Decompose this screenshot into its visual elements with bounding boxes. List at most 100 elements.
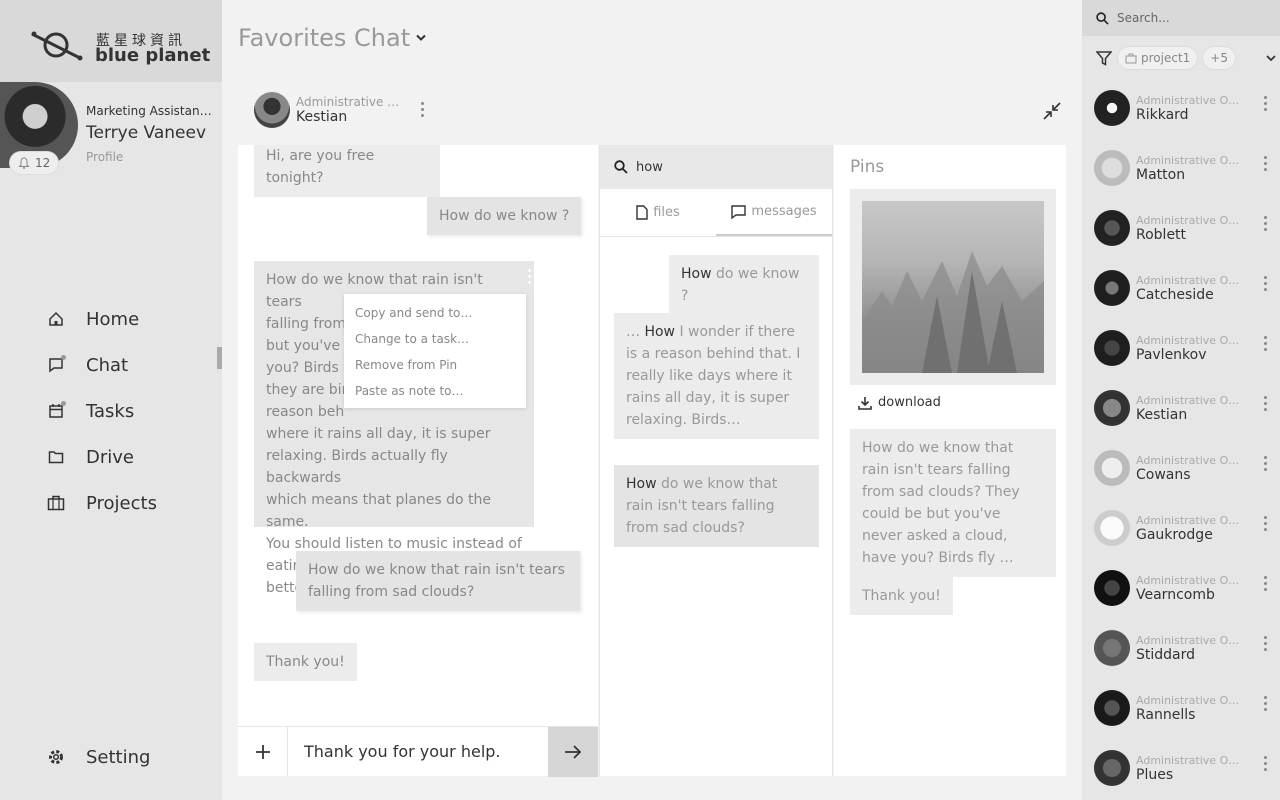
pinned-message[interactable]: Thank you! <box>850 577 953 615</box>
avatar[interactable] <box>254 92 290 128</box>
message-line: relaxing. Birds actually fly backwards <box>266 448 448 486</box>
chat-message[interactable]: Thank you! <box>254 643 357 681</box>
contact-item[interactable]: Administrative O… Stiddard <box>1094 618 1278 678</box>
nav-item-tasks[interactable]: Tasks <box>46 388 196 434</box>
menu-item-paste-note[interactable]: Paste as note to… <box>344 378 526 404</box>
contact-role: Administrative O… <box>1136 693 1240 707</box>
contact-text: Administrative O… Catcheside <box>1136 274 1246 303</box>
menu-item-change-task[interactable]: Change to a task… <box>344 326 526 352</box>
add-attachment-button[interactable] <box>238 727 288 777</box>
contact-more-icon[interactable] <box>1260 576 1270 591</box>
contact-text: Administrative O… Rannells <box>1136 694 1246 723</box>
tab-messages[interactable]: messages <box>716 189 832 236</box>
profile-link[interactable]: Profile <box>86 150 123 164</box>
result-prefix: … <box>626 324 645 340</box>
contact-more-icon[interactable] <box>1260 756 1270 771</box>
contact-filter-bar: project1 +5 <box>1096 46 1276 70</box>
collapse-icon[interactable] <box>1043 102 1061 120</box>
nav-item-chat[interactable]: Chat <box>46 342 196 388</box>
search-icon <box>1096 11 1109 25</box>
contact-role: Administrative O… <box>1136 213 1240 227</box>
calendar-icon <box>46 401 66 421</box>
contact-item[interactable]: Administrative O… Roblett <box>1094 198 1278 258</box>
chat-message[interactable]: Hi, are you free tonight? <box>254 145 440 197</box>
contact-item[interactable]: Administrative O… Kestian <box>1094 378 1278 438</box>
file-icon <box>636 205 648 220</box>
contact-more-icon[interactable] <box>1260 276 1270 291</box>
contact-item[interactable]: Administrative O… Catcheside <box>1094 258 1278 318</box>
briefcase-icon <box>1125 53 1137 63</box>
contact-item[interactable]: Administrative O… Gaukrodge <box>1094 498 1278 558</box>
contact-role: Administrative O… <box>1136 753 1240 767</box>
contact-name: Pavlenkov <box>1136 346 1207 363</box>
contact-item[interactable]: Administrative O… Rikkard <box>1094 78 1278 138</box>
chat-contact-header: Administrative O… Kestian <box>254 92 406 128</box>
search-result[interactable]: How do we know ? <box>669 255 819 315</box>
contact-text: Administrative O… Kestian <box>1136 394 1246 423</box>
pinned-image[interactable] <box>850 189 1056 385</box>
nav-item-home[interactable]: Home <box>46 296 196 342</box>
avatar <box>1094 390 1130 426</box>
download-button[interactable]: download <box>858 395 941 410</box>
notification-badge[interactable]: 12 <box>10 152 59 174</box>
avatar <box>1094 150 1130 186</box>
contact-more-icon[interactable] <box>1260 216 1270 231</box>
contact-item[interactable]: Administrative O… Plues <box>1094 738 1278 798</box>
contact-name: Roblett <box>1136 226 1187 243</box>
contact-more-icon[interactable] <box>1260 396 1270 411</box>
filter-more-chip[interactable]: +5 <box>1203 47 1235 69</box>
message-text: Thank you! <box>266 654 345 670</box>
message-search-field[interactable]: how <box>600 145 832 189</box>
contact-name: Vearncomb <box>1136 586 1215 603</box>
contact-name: Cowans <box>1136 466 1191 483</box>
chevron-down-icon[interactable] <box>1266 54 1276 62</box>
result-highlight: How <box>644 324 675 340</box>
contact-text: Administrative O… Gaukrodge <box>1136 514 1246 543</box>
contact-item[interactable]: Administrative O… Pavlenkov <box>1094 318 1278 378</box>
menu-item-remove-pin[interactable]: Remove from Pin <box>344 352 526 378</box>
avatar <box>1094 450 1130 486</box>
contact-name: Matton <box>1136 166 1186 183</box>
briefcase-icon <box>46 493 66 513</box>
contact-more-icon[interactable] <box>417 102 427 117</box>
page-title[interactable]: Favorites Chat <box>238 24 426 52</box>
contact-role: Administrative O… <box>1136 633 1240 647</box>
contact-text: Administrative O… Plues <box>1136 754 1246 783</box>
plus-icon <box>255 745 270 759</box>
filter-icon[interactable] <box>1096 50 1112 66</box>
contact-search-field[interactable]: Search... <box>1082 0 1280 36</box>
menu-item-copy-send[interactable]: Copy and send to… <box>344 300 526 326</box>
nav-item-projects[interactable]: Projects <box>46 480 196 526</box>
contact-more-icon[interactable] <box>1260 456 1270 471</box>
nav-label: Tasks <box>86 400 135 422</box>
message-input[interactable] <box>288 727 548 776</box>
download-label: download <box>878 395 941 410</box>
nav-item-drive[interactable]: Drive <box>46 434 196 480</box>
contact-more-icon[interactable] <box>1260 636 1270 651</box>
contact-more-icon[interactable] <box>1260 336 1270 351</box>
pinned-message[interactable]: How do we know that rain isn't tears fal… <box>850 429 1056 577</box>
contact-item[interactable]: Administrative O… Cowans <box>1094 438 1278 498</box>
contact-item[interactable]: Administrative O… Rannells <box>1094 678 1278 738</box>
contact-more-icon[interactable] <box>1260 516 1270 531</box>
message-composer <box>238 726 598 777</box>
nav-item-setting[interactable]: Setting <box>46 736 150 778</box>
tab-files[interactable]: files <box>600 189 716 236</box>
message-more-icon[interactable] <box>524 269 534 284</box>
contact-item[interactable]: Administrative O… Vearncomb <box>1094 558 1278 618</box>
search-result[interactable]: … How I wonder if there is a reason behi… <box>614 313 819 439</box>
contact-text: Administrative O… Roblett <box>1136 214 1246 243</box>
contact-more-icon[interactable] <box>1260 96 1270 111</box>
message-context-menu: Copy and send to… Change to a task… Remo… <box>344 294 526 408</box>
chat-icon <box>46 355 66 375</box>
contact-more-icon[interactable] <box>1260 696 1270 711</box>
chat-message[interactable]: How do we know that rain isn't tears fal… <box>296 551 580 611</box>
search-result[interactable]: How do we know that rain isn't tears fal… <box>614 465 819 547</box>
send-button[interactable] <box>548 727 598 777</box>
contact-more-icon[interactable] <box>1260 156 1270 171</box>
message-text: Hi, are you free tonight? <box>266 148 375 186</box>
contact-item[interactable]: Administrative O… Matton <box>1094 138 1278 198</box>
filter-chip-project[interactable]: project1 <box>1118 47 1198 69</box>
contact-role: Administrative O… <box>1136 153 1240 167</box>
chat-message[interactable]: How do we know ? <box>427 197 582 235</box>
